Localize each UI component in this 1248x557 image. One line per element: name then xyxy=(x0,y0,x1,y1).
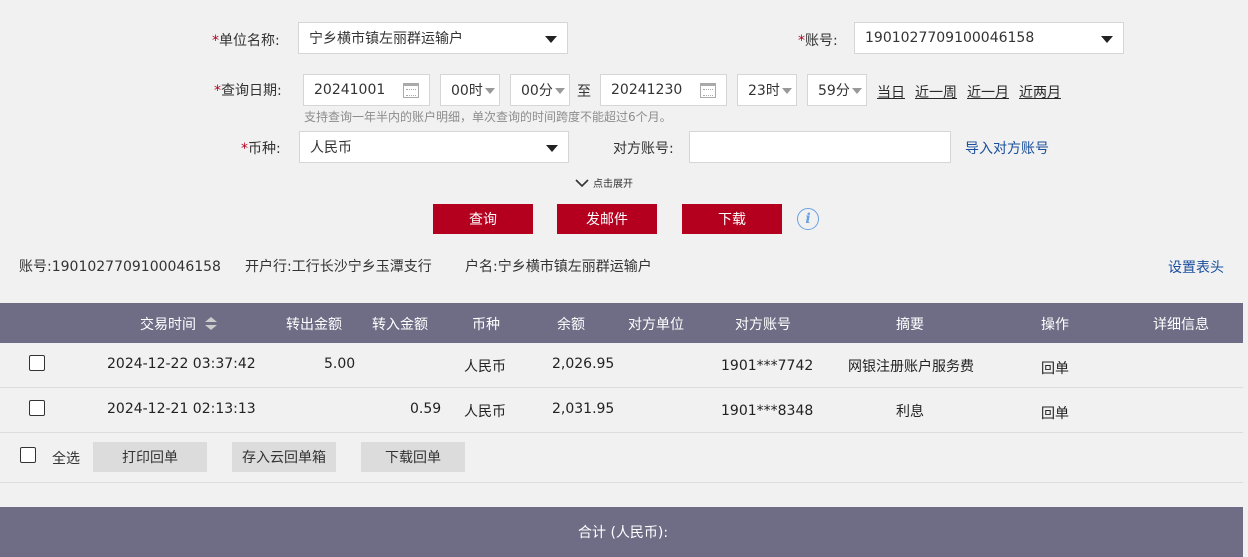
cell-balance: 2,026.95 xyxy=(552,356,615,372)
start-hour-value: 00时 xyxy=(451,83,483,99)
currency-select-value: 人民币 xyxy=(310,140,352,156)
account-label: *账号: xyxy=(798,33,838,49)
unit-select-value: 宁乡横市镇左丽群运输户 xyxy=(309,31,463,47)
counterparty-input[interactable] xyxy=(689,131,951,163)
download-receipt-button[interactable]: 下载回单 xyxy=(361,442,465,472)
header-settings-link[interactable]: 设置表头 xyxy=(1168,257,1224,277)
th-party-account: 对方账号 xyxy=(735,317,791,333)
th-balance: 余额 xyxy=(557,317,585,333)
th-time[interactable]: 交易时间 xyxy=(140,314,196,334)
chevron-down-icon xyxy=(545,36,557,43)
th-party: 对方单位 xyxy=(628,317,684,333)
quick-two-months-link[interactable]: 近两月 xyxy=(1019,82,1061,102)
bulk-actions-bar: 全选 打印回单 存入云回单箱 下载回单 xyxy=(0,433,1243,483)
cell-party-account[interactable]: 1901***8348 xyxy=(721,403,813,419)
row-checkbox[interactable] xyxy=(29,355,45,371)
quick-week-link[interactable]: 近一周 xyxy=(915,82,957,102)
unit-label: *单位名称: xyxy=(212,33,280,49)
end-min-select[interactable]: 59分 xyxy=(807,74,867,106)
unit-select[interactable]: 宁乡横市镇左丽群运输户 xyxy=(298,22,568,54)
date-label: *查询日期: xyxy=(214,83,282,99)
name-info-label: 户名: xyxy=(465,259,498,275)
end-hour-value: 23时 xyxy=(748,83,780,99)
th-currency: 币种 xyxy=(472,317,500,333)
th-summary: 摘要 xyxy=(896,317,924,333)
quick-month-link[interactable]: 近一月 xyxy=(967,82,1009,102)
name-info-value: 宁乡横市镇左丽群运输户 xyxy=(497,259,652,275)
start-date-value: 20241001 xyxy=(314,82,386,98)
cell-time: 2024-12-21 02:13:13 xyxy=(107,401,256,417)
email-button[interactable]: 发邮件 xyxy=(557,204,657,234)
currency-select[interactable]: 人民币 xyxy=(299,131,569,163)
end-hour-select[interactable]: 23时 xyxy=(737,74,797,106)
total-bar: 合计 (人民币): xyxy=(0,507,1243,557)
query-button[interactable]: 查询 xyxy=(433,204,533,234)
end-date-value: 20241230 xyxy=(611,82,683,98)
end-min-value: 59分 xyxy=(818,83,850,99)
cell-summary: 网银注册账户服务费 xyxy=(848,359,974,375)
th-in: 转入金额 xyxy=(372,317,428,333)
download-button[interactable]: 下载 xyxy=(682,204,782,234)
account-select[interactable]: 1901027709100046158 xyxy=(854,22,1124,54)
cell-balance: 2,031.95 xyxy=(552,401,615,417)
chevron-down-icon xyxy=(852,88,862,94)
print-receipt-button[interactable]: 打印回单 xyxy=(93,442,207,472)
cell-summary: 利息 xyxy=(896,404,924,420)
chevron-down-icon xyxy=(782,88,792,94)
name-info: 户名:宁乡横市镇左丽群运输户 xyxy=(465,256,652,276)
row-checkbox[interactable] xyxy=(29,400,45,416)
select-all-checkbox[interactable] xyxy=(20,447,36,463)
sort-down-icon[interactable] xyxy=(205,325,217,330)
save-cloud-button[interactable]: 存入云回单箱 xyxy=(232,442,336,472)
calendar-icon[interactable] xyxy=(700,83,716,98)
cell-time: 2024-12-22 03:37:42 xyxy=(107,356,256,372)
chevron-down-icon xyxy=(546,145,558,152)
cell-currency: 人民币 xyxy=(464,359,506,375)
start-min-select[interactable]: 00分 xyxy=(510,74,570,106)
th-detail: 详细信息 xyxy=(1153,317,1209,333)
end-date-input[interactable]: 20241230 xyxy=(600,74,727,106)
cell-party-account[interactable]: 1901***7742 xyxy=(721,358,813,374)
start-hour-select[interactable]: 00时 xyxy=(440,74,500,106)
account-info: 账号:1901027709100046158 xyxy=(19,256,221,276)
bank-info-label: 开户行: xyxy=(245,259,292,275)
th-out: 转出金额 xyxy=(286,317,342,333)
receipt-link[interactable]: 回单 xyxy=(1041,358,1069,378)
table-header: 交易时间 转出金额 转入金额 币种 余额 对方单位 对方账号 摘要 操作 详细信… xyxy=(0,303,1243,343)
expand-label: 点击展开 xyxy=(593,179,633,190)
table-row: 2024-12-22 03:37:42 5.00 人民币 2,026.95 19… xyxy=(0,343,1243,388)
cell-out: 5.00 xyxy=(324,356,356,372)
date-hint: 支持查询一年半内的账户明细，单次查询的时间跨度不能超过6个月。 xyxy=(304,110,672,124)
cell-currency: 人民币 xyxy=(464,404,506,420)
sort-up-icon[interactable] xyxy=(205,317,217,322)
start-min-value: 00分 xyxy=(521,83,553,99)
currency-label: *币种: xyxy=(241,141,281,157)
account-info-value: 1901027709100046158 xyxy=(51,259,221,275)
th-op: 操作 xyxy=(1041,317,1069,333)
bank-info-value: 工行长沙宁乡玉潭支行 xyxy=(291,259,432,275)
info-icon[interactable]: i xyxy=(797,208,819,230)
chevron-down-icon xyxy=(485,88,495,94)
cell-in: 0.59 xyxy=(410,401,442,417)
expand-toggle[interactable]: 点击展开 xyxy=(575,175,633,190)
table-row: 2024-12-21 02:13:13 0.59 人民币 2,031.95 19… xyxy=(0,388,1243,433)
chevron-down-icon xyxy=(575,178,589,187)
counterparty-label: 对方账号: xyxy=(613,141,674,157)
start-date-input[interactable]: 20241001 xyxy=(303,74,430,106)
chevron-down-icon xyxy=(1101,36,1113,43)
chevron-down-icon xyxy=(555,88,565,94)
account-info-label: 账号: xyxy=(19,259,52,275)
bank-info: 开户行:工行长沙宁乡玉潭支行 xyxy=(245,256,432,276)
receipt-link[interactable]: 回单 xyxy=(1041,403,1069,423)
total-label: 合计 (人民币): xyxy=(578,525,669,541)
to-label: 至 xyxy=(577,84,591,100)
quick-today-link[interactable]: 当日 xyxy=(877,82,905,102)
calendar-icon[interactable] xyxy=(403,83,419,98)
import-counterparty-link[interactable]: 导入对方账号 xyxy=(965,138,1049,158)
account-select-value: 1901027709100046158 xyxy=(865,30,1035,46)
select-all-label[interactable]: 全选 xyxy=(52,448,80,468)
